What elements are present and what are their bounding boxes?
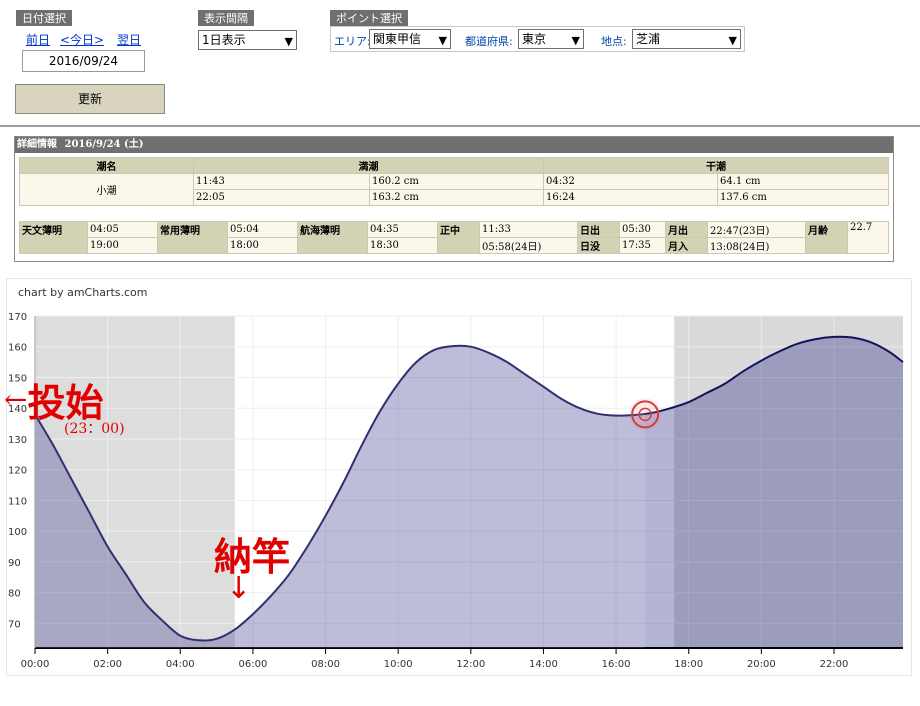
y-tick-label-10: 170 (8, 312, 27, 323)
x-tick-label-10: 20:00 (747, 659, 776, 670)
down-arrow-icon: ↓ (226, 571, 252, 606)
x-tick-label-11: 22:00 (820, 659, 849, 670)
chart-credit[interactable]: chart by amCharts.com (18, 286, 148, 299)
y-tick-label-4: 110 (8, 496, 27, 507)
y-axis: 708090100110120130140150160170 (8, 312, 27, 630)
x-tick-label-8: 16:00 (602, 659, 631, 670)
y-tick-label-3: 100 (8, 527, 27, 538)
y-tick-label-6: 130 (8, 435, 27, 446)
x-tick-label-7: 14:00 (529, 659, 558, 670)
x-tick-label-0: 00:00 (21, 659, 50, 670)
tide-chart: chart by amCharts.com 70 80 90 100 110 120 130… (8, 286, 904, 670)
y-tick-label-9: 160 (8, 343, 27, 354)
current-marker (35, 316, 662, 648)
y-tick-label-2: 90 (8, 558, 21, 569)
x-tick-label-9: 18:00 (674, 659, 703, 670)
x-tick-label-4: 08:00 (311, 659, 340, 670)
y-tick-label-5: 120 (8, 466, 27, 477)
cursor-highlight (35, 316, 646, 648)
start-annotation-time: (23：00) (64, 421, 125, 437)
marker-halo (629, 398, 662, 431)
left-arrow-icon: ← (4, 383, 28, 416)
x-axis: 00:00 02:00 04:00 06:00 08:00 10:00 12:00 14:00… (21, 648, 849, 670)
x-tick-label-1: 02:00 (93, 659, 122, 670)
x-tick-label-6: 12:00 (456, 659, 485, 670)
x-tick-label-3: 06:00 (238, 659, 267, 670)
y-tick-label-1: 80 (8, 589, 21, 600)
y-tick-label-0: 70 (8, 619, 21, 630)
x-tick-label-2: 04:00 (166, 659, 195, 670)
x-tick-label-5: 10:00 (384, 659, 413, 670)
